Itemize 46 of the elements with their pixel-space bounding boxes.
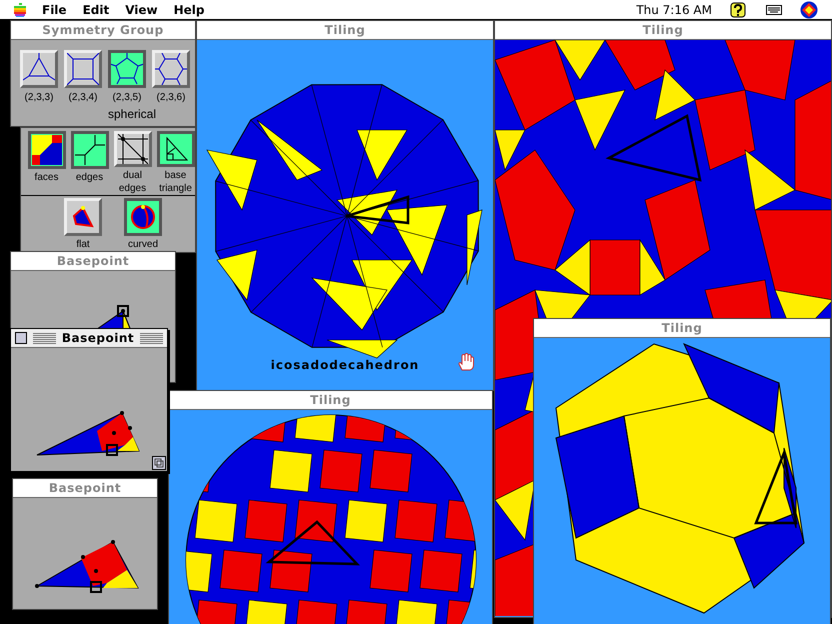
window-title: Basepoint [11, 252, 175, 271]
menu-item[interactable]: File [34, 2, 75, 16]
toggle-label: dual edges [118, 169, 148, 195]
menu-item[interactable]: View [117, 2, 166, 16]
geometry-label: spherical [106, 108, 158, 121]
group-label: (2,3,5) [112, 91, 142, 104]
window-title: Tiling [169, 391, 492, 410]
group-label: (2,3,3) [24, 91, 54, 104]
window-title: Tiling [495, 21, 831, 40]
window-title: Symmetry Group [11, 21, 195, 40]
display-toggle-button[interactable] [124, 198, 162, 236]
resize-handle-icon[interactable] [152, 456, 166, 470]
hand-cursor-icon [458, 353, 474, 371]
apple-logo-icon[interactable] [12, 2, 28, 18]
edges-icon [74, 135, 104, 165]
polygon-graph-icon [67, 53, 99, 85]
display-toggle-button[interactable] [70, 131, 108, 169]
polygon-graph-icon [155, 53, 187, 85]
window-title: Tiling [197, 21, 493, 40]
help-icon[interactable] [730, 2, 746, 18]
faces-icon [32, 135, 62, 165]
toggle-label: curved [128, 238, 158, 251]
dual-icon [118, 134, 148, 164]
title-bar-stripes [140, 332, 164, 344]
keyboard-icon[interactable] [766, 4, 782, 14]
group-button[interactable] [108, 50, 146, 88]
title-bar-stripes [33, 332, 56, 344]
polygon-graph-icon [111, 53, 143, 85]
toggle-label: base triangle [158, 169, 193, 195]
group-label: (2,3,4) [68, 91, 98, 104]
curved-icon [128, 202, 158, 232]
group-label: (2,3,6) [156, 91, 186, 104]
toggle-label: flat [76, 238, 90, 251]
window-title: Tiling [534, 319, 830, 338]
toggle-label: faces [34, 171, 58, 184]
window-title: Basepoint [62, 330, 134, 346]
display-toggle-button[interactable] [28, 131, 66, 169]
close-box[interactable] [15, 332, 27, 344]
toggle-label: edges [76, 171, 104, 184]
shape-caption: icosadodecahedron [270, 358, 420, 372]
window-title: Basepoint [13, 479, 157, 498]
menu-item[interactable]: Edit [74, 2, 118, 16]
clock: Thu 7:16 AM [635, 2, 713, 16]
display-toggle-button[interactable] [156, 131, 194, 167]
application-icon[interactable] [800, 0, 818, 18]
menu-item[interactable]: Help [166, 2, 213, 16]
